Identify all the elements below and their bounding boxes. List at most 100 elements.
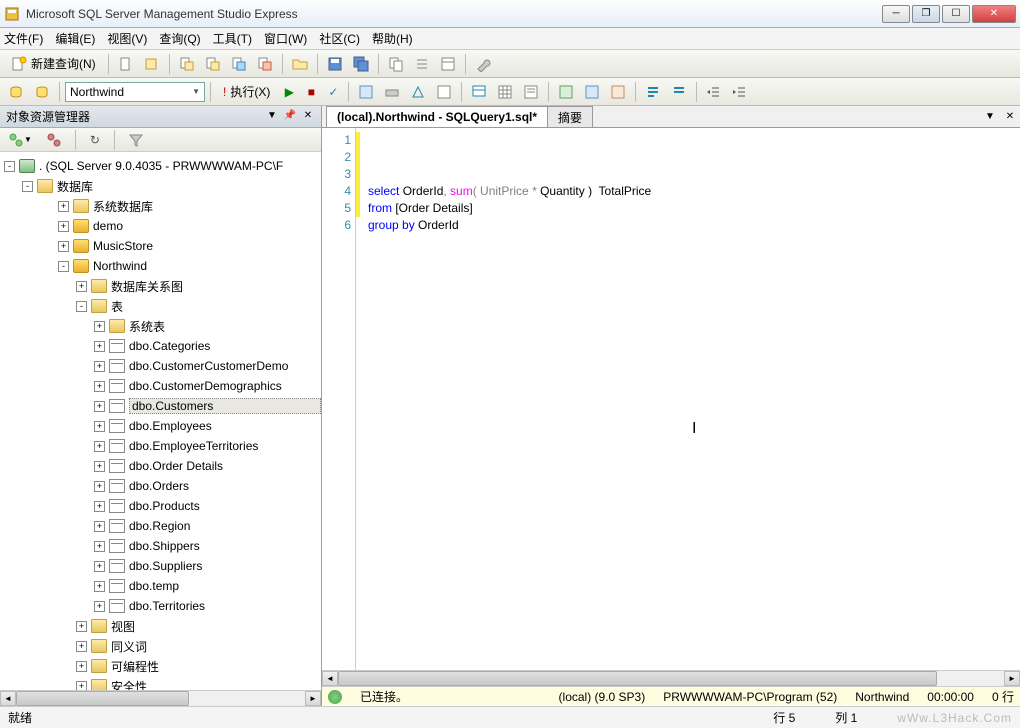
expand-icon[interactable]: - [4, 161, 15, 172]
tab-dropdown-icon[interactable]: ▼ [982, 111, 998, 127]
tab-summary[interactable]: 摘要 [547, 106, 593, 127]
expand-icon[interactable]: + [94, 401, 105, 412]
tb2-btn-b[interactable] [380, 81, 404, 103]
menu-query[interactable]: 查询(Q) [159, 30, 200, 47]
menu-view[interactable]: 视图(V) [107, 30, 147, 47]
tb-props-button[interactable] [436, 53, 460, 75]
tb2-btn-2[interactable] [30, 81, 54, 103]
tree-node[interactable]: +视图 [0, 616, 321, 636]
tb2-btn-f[interactable] [554, 81, 578, 103]
expand-icon[interactable]: + [94, 601, 105, 612]
save-all-button[interactable] [349, 53, 373, 75]
expand-icon[interactable]: + [94, 501, 105, 512]
comment-button[interactable] [641, 81, 665, 103]
tree-node[interactable]: +dbo.CustomerCustomerDemo [0, 356, 321, 376]
tree-node[interactable]: +dbo.EmployeeTerritories [0, 436, 321, 456]
results-text-button[interactable] [519, 81, 543, 103]
tree-node[interactable]: -表 [0, 296, 321, 316]
menu-file[interactable]: 文件(F) [4, 30, 43, 47]
tree-node[interactable]: -Northwind [0, 256, 321, 276]
tab-query[interactable]: (local).Northwind - SQLQuery1.sql* [326, 106, 548, 127]
menu-help[interactable]: 帮助(H) [372, 30, 413, 47]
tree-node[interactable]: +dbo.Territories [0, 596, 321, 616]
explorer-tree[interactable]: - . (SQL Server 9.0.4035 - PRWWWWAM-PC\F… [0, 152, 321, 690]
indent-button[interactable] [702, 81, 726, 103]
expand-icon[interactable]: + [94, 481, 105, 492]
menu-tools[interactable]: 工具(T) [213, 30, 252, 47]
parse-button[interactable]: ✓ [323, 81, 343, 103]
scroll-right-button[interactable]: ► [305, 691, 321, 706]
tree-node[interactable]: +dbo.Customers [0, 396, 321, 416]
expand-icon[interactable]: + [94, 321, 105, 332]
results-grid-button[interactable] [493, 81, 517, 103]
tree-node[interactable]: +可编程性 [0, 656, 321, 676]
expand-icon[interactable]: + [94, 421, 105, 432]
tree-node[interactable]: +dbo.Employees [0, 416, 321, 436]
filter-button[interactable] [124, 129, 148, 151]
scroll-thumb[interactable] [16, 691, 189, 706]
tb-btn-3[interactable] [175, 53, 199, 75]
tree-node[interactable]: +demo [0, 216, 321, 236]
tree-node[interactable]: +安全性 [0, 676, 321, 690]
connect-button[interactable]: ▼ [4, 129, 36, 151]
restore-button[interactable]: ❐ [912, 5, 940, 23]
run-button[interactable]: ▶ [279, 81, 299, 103]
tb-btn-1[interactable] [114, 53, 138, 75]
expand-icon[interactable]: + [76, 661, 87, 672]
tree-root[interactable]: - . (SQL Server 9.0.4035 - PRWWWWAM-PC\F [0, 156, 321, 176]
explorer-close-icon[interactable]: ✕ [301, 110, 315, 124]
tb2-btn-c[interactable] [406, 81, 430, 103]
tb2-btn-1[interactable] [4, 81, 28, 103]
tb-tool-button[interactable] [471, 53, 495, 75]
tree-node[interactable]: +dbo.Orders [0, 476, 321, 496]
tree-node[interactable]: +dbo.Categories [0, 336, 321, 356]
tb2-btn-e[interactable] [467, 81, 491, 103]
expand-icon[interactable]: + [94, 381, 105, 392]
tree-node[interactable]: +系统数据库 [0, 196, 321, 216]
uncomment-button[interactable] [667, 81, 691, 103]
expand-icon[interactable]: - [76, 301, 87, 312]
outdent-button[interactable] [728, 81, 752, 103]
expand-icon[interactable]: - [58, 261, 69, 272]
tree-databases[interactable]: - 数据库 [0, 176, 321, 196]
execute-button[interactable]: ! 执行(X) [216, 81, 277, 103]
expand-icon[interactable]: + [94, 541, 105, 552]
expand-icon[interactable]: + [76, 641, 87, 652]
tree-node[interactable]: +dbo.Region [0, 516, 321, 536]
tb-btn-2[interactable] [140, 53, 164, 75]
menu-community[interactable]: 社区(C) [319, 30, 360, 47]
minimize-button[interactable]: ─ [882, 5, 910, 23]
expand-icon[interactable]: + [94, 561, 105, 572]
scroll-right-button[interactable]: ► [1004, 671, 1020, 686]
disconnect-button[interactable] [42, 129, 66, 151]
tree-node[interactable]: +dbo.Suppliers [0, 556, 321, 576]
expand-icon[interactable]: + [94, 361, 105, 372]
tree-node[interactable]: +dbo.CustomerDemographics [0, 376, 321, 396]
tb-copy-button[interactable] [384, 53, 408, 75]
tb2-btn-h[interactable] [606, 81, 630, 103]
expand-icon[interactable]: - [22, 181, 33, 192]
new-query-button[interactable]: 新建查询(N) [4, 53, 103, 75]
tb2-btn-d[interactable] [432, 81, 456, 103]
database-combo[interactable]: Northwind ▼ [65, 82, 205, 102]
explorer-pin-icon[interactable]: 📌 [283, 110, 297, 124]
expand-icon[interactable]: + [76, 681, 87, 691]
expand-icon[interactable]: + [76, 621, 87, 632]
explorer-hscroll[interactable]: ◄ ► [0, 690, 321, 706]
expand-icon[interactable]: + [58, 201, 69, 212]
tree-node[interactable]: +dbo.Shippers [0, 536, 321, 556]
tb2-btn-a[interactable] [354, 81, 378, 103]
menu-edit[interactable]: 编辑(E) [55, 30, 95, 47]
refresh-button[interactable]: ↻ [85, 129, 105, 151]
tb-btn-5[interactable] [227, 53, 251, 75]
tb-list-button[interactable] [410, 53, 434, 75]
tree-node[interactable]: +dbo.temp [0, 576, 321, 596]
tb-btn-6[interactable] [253, 53, 277, 75]
maximize-button[interactable]: ☐ [942, 5, 970, 23]
tree-node[interactable]: +系统表 [0, 316, 321, 336]
code-content[interactable]: select OrderId, sum( UnitPrice * Quantit… [360, 128, 1020, 670]
expand-icon[interactable]: + [94, 461, 105, 472]
expand-icon[interactable]: + [94, 341, 105, 352]
expand-icon[interactable]: + [76, 281, 87, 292]
save-button[interactable] [323, 53, 347, 75]
